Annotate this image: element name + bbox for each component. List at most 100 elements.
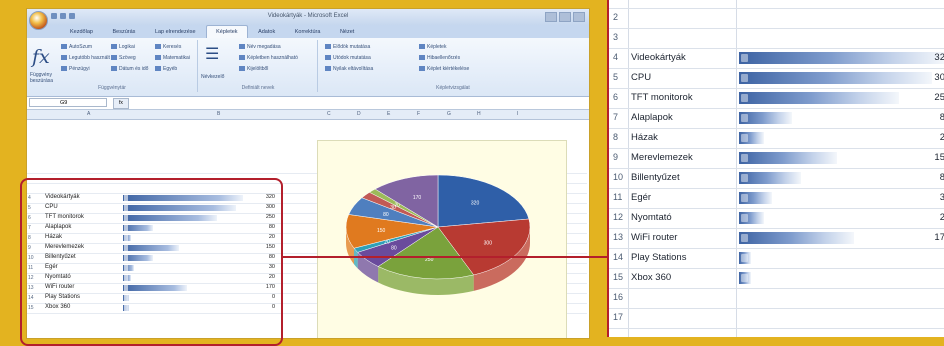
row-number[interactable]: 8 — [613, 132, 618, 142]
bar-highlight — [741, 114, 748, 122]
ribbon-item-trace-dependents[interactable]: Utódok mutatása — [333, 55, 371, 61]
value-cell[interactable]: 8 — [909, 112, 944, 123]
bar-highlight — [741, 274, 748, 282]
category-cell[interactable]: WiFi router — [631, 232, 677, 243]
ribbon-item-remove-arrows[interactable]: Nyilak eltávolítása — [333, 66, 373, 72]
ribbon-item-recent[interactable]: Legutóbb használt — [69, 55, 110, 61]
ribbon-item-use-in-formula[interactable]: Képletben használható — [247, 55, 298, 61]
category-cell[interactable]: Xbox 360 — [631, 272, 671, 283]
ribbon-item-trace-precedents[interactable]: Elődök mutatása — [333, 44, 370, 50]
table-row: 16 — [609, 289, 944, 309]
trace-dependents-icon — [325, 55, 331, 61]
tab-formulas[interactable]: Képletek — [206, 25, 248, 39]
group-label-function-library: Függvénytár — [98, 85, 126, 91]
category-cell[interactable]: Egér — [631, 192, 651, 203]
table-row: 12 Nyomtató 2 — [609, 209, 944, 229]
ribbon-item-name-manager[interactable]: Névkezelő — [201, 74, 224, 80]
ribbon-item-show-formulas[interactable]: Képletek — [427, 44, 446, 50]
ribbon-item-autosum[interactable]: AutoSzum — [69, 44, 92, 50]
value-cell[interactable]: 30 — [909, 72, 944, 83]
row-number[interactable]: 7 — [613, 112, 618, 122]
category-cell[interactable]: Nyomtató — [631, 212, 672, 223]
title-bar: Videokártyák - Microsoft Excel — [27, 9, 589, 25]
category-cell[interactable]: TFT monitorok — [631, 92, 693, 103]
row-number[interactable]: 13 — [613, 232, 623, 242]
value-cell[interactable]: 17 — [909, 232, 944, 243]
column-header-c[interactable]: C — [327, 111, 331, 117]
column-header-d[interactable]: D — [357, 111, 361, 117]
row-number[interactable]: 11 — [613, 192, 622, 202]
value-cell[interactable]: 3 — [909, 192, 944, 203]
value-cell[interactable]: 2 — [909, 212, 944, 223]
ribbon-item-text[interactable]: Szöveg — [119, 55, 136, 61]
value-cell[interactable]: 8 — [909, 172, 944, 183]
category-cell[interactable]: Videokártyák — [631, 52, 686, 63]
pie-chart[interactable]: 320 300 250 80 20 150 80 30 20 170 — [317, 140, 567, 338]
row-number[interactable]: 2 — [613, 12, 618, 22]
ribbon-tabs: Kezdőlap Beszúrás Lap elrendezése Képlet… — [27, 25, 589, 39]
column-header-g[interactable]: G — [447, 111, 451, 117]
value-cell[interactable]: 25 — [909, 92, 944, 103]
table-row: 10 Billentyűzet 8 — [609, 169, 944, 189]
category-cell[interactable]: Merevlemezek — [631, 152, 693, 163]
name-manager-icon[interactable]: ☰ — [205, 44, 219, 63]
category-cell[interactable]: Billentyűzet — [631, 172, 680, 183]
row-number[interactable]: 3 — [613, 32, 618, 42]
value-cell[interactable]: 32 — [909, 52, 944, 63]
fx-icon[interactable]: fx — [113, 98, 129, 109]
ribbon-item-error-checking[interactable]: Hibaellenőrzés — [427, 55, 460, 61]
formula-auditing-group: Elődök mutatása Utódok mutatása Nyilak e… — [319, 40, 587, 92]
more-functions-icon — [155, 66, 161, 72]
bar-highlight — [741, 254, 748, 262]
office-button[interactable] — [29, 11, 48, 30]
table-row: 11 Egér 3 — [609, 189, 944, 209]
row-number[interactable]: 9 — [613, 152, 618, 162]
pie-slice-label: 150 — [377, 228, 386, 234]
ribbon-item-evaluate-formula[interactable]: Képlet kiértékelése — [427, 66, 469, 72]
define-name-icon — [239, 44, 245, 50]
value-cell[interactable]: 2 — [909, 132, 944, 143]
ribbon-item-lookup[interactable]: Keresés — [163, 44, 181, 50]
create-from-selection-icon — [239, 66, 245, 72]
pie-slice-label: 170 — [413, 195, 422, 201]
row-number[interactable]: 17 — [613, 312, 623, 322]
row-number[interactable]: 15 — [613, 272, 623, 282]
ribbon-item-more[interactable]: Egyéb — [163, 66, 177, 72]
row-number[interactable]: 5 — [613, 72, 618, 82]
column-header-f[interactable]: F — [417, 111, 420, 117]
use-in-formula-icon — [239, 55, 245, 61]
category-cell[interactable]: Alaplapok — [631, 112, 673, 123]
ribbon-item-math[interactable]: Matematikai — [163, 55, 190, 61]
pie-slice[interactable] — [437, 174, 530, 228]
column-header-b[interactable]: B — [217, 111, 220, 117]
zoomed-worksheet: 1234Videokártyák325CPU306TFT monitorok25… — [607, 0, 944, 337]
row-number[interactable]: 14 — [613, 252, 623, 262]
row-number[interactable]: 12 — [613, 212, 623, 222]
table-row: 9 Merevlemezek 15 — [609, 149, 944, 169]
ribbon-item-define-name[interactable]: Név megadása — [247, 44, 281, 50]
row-number[interactable]: 16 — [613, 292, 623, 302]
row-number[interactable]: 4 — [613, 52, 618, 62]
name-box[interactable]: G9 — [29, 98, 107, 107]
category-cell[interactable]: Play Stations — [631, 252, 686, 263]
row-number[interactable]: 6 — [613, 92, 618, 102]
window-controls[interactable] — [543, 12, 585, 24]
insert-function-label[interactable]: Függvény beszúrása — [30, 72, 56, 84]
insert-function-icon[interactable]: fx — [32, 46, 50, 68]
maximize-icon[interactable] — [559, 12, 571, 22]
row-number[interactable]: 10 — [613, 172, 623, 182]
minimize-icon[interactable] — [545, 12, 557, 22]
column-header-h[interactable]: H — [477, 111, 481, 117]
category-cell[interactable]: CPU — [631, 72, 651, 83]
ribbon-item-financial[interactable]: Pénzügyi — [69, 66, 90, 72]
row-number[interactable]: 1 — [613, 0, 618, 2]
ribbon-item-logical[interactable]: Logikai — [119, 44, 135, 50]
column-header-a[interactable]: A — [87, 111, 90, 117]
category-cell[interactable]: Házak — [631, 132, 658, 143]
close-icon[interactable] — [573, 12, 585, 22]
ribbon-item-create-from-selection[interactable]: Kijelöltből — [247, 66, 268, 72]
column-header-i[interactable]: I — [517, 111, 518, 117]
ribbon-item-date-time[interactable]: Dátum és idő — [119, 66, 148, 72]
column-header-e[interactable]: E — [387, 111, 390, 117]
value-cell[interactable]: 15 — [909, 152, 944, 163]
